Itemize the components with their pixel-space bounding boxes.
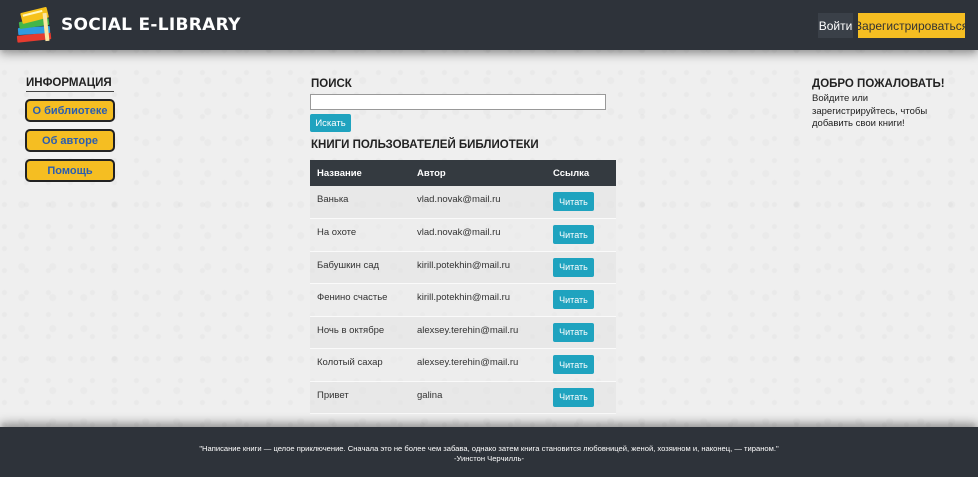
book-link-cell: Читать — [546, 381, 616, 414]
book-title: Бабушкин сад — [310, 251, 410, 284]
book-link-cell: Читать — [546, 186, 616, 219]
brand-title[interactable]: SOCIAL E-LIBRARY — [61, 15, 241, 35]
book-author: kirill.potekhin@mail.ru — [410, 283, 546, 317]
welcome-text: Войдите или зарегистрируйтесь, чтобы доб… — [812, 93, 928, 129]
books-table: Название Автор Ссылка Ванька vlad.novak@… — [310, 160, 616, 414]
book-author: vlad.novak@mail.ru — [410, 218, 546, 252]
table-row: Ванька vlad.novak@mail.ru Читать — [310, 186, 616, 219]
book-title: Привет — [310, 381, 410, 414]
table-row: Ночь в октябре alexsey.terehin@mail.ru Ч… — [310, 316, 616, 349]
book-author: galina — [410, 381, 546, 414]
column-header-author: Автор — [410, 160, 546, 186]
table-row: Бабушкин сад kirill.potekhin@mail.ru Чит… — [310, 251, 616, 284]
books-logo-icon[interactable] — [14, 4, 56, 46]
book-author: vlad.novak@mail.ru — [410, 186, 546, 219]
column-header-title: Название — [310, 160, 410, 186]
footer-quote: "Написание книги — целое приключение. Сн… — [199, 444, 779, 453]
login-button[interactable]: Войти — [818, 13, 853, 38]
footer: "Написание книги — целое приключение. Сн… — [0, 427, 978, 477]
about-library-button[interactable]: О библиотеке — [25, 99, 115, 122]
read-button[interactable]: Читать — [553, 225, 594, 244]
table-row: Привет galina Читать — [310, 381, 616, 414]
read-button[interactable]: Читать — [553, 387, 594, 407]
table-row: Фенино счастье kirill.potekhin@mail.ru Ч… — [310, 283, 616, 317]
book-link-cell: Читать — [546, 283, 616, 317]
table-row: На охоте vlad.novak@mail.ru Читать — [310, 218, 616, 252]
book-link-cell: Читать — [546, 218, 616, 252]
search-button[interactable]: Искать — [310, 114, 351, 132]
book-link-cell: Читать — [546, 316, 616, 349]
read-button[interactable]: Читать — [553, 355, 594, 374]
top-navbar: SOCIAL E-LIBRARY Войти Зарегистрироватьс… — [0, 0, 978, 50]
read-button[interactable]: Читать — [553, 257, 594, 277]
book-title: На охоте — [310, 218, 410, 252]
read-button[interactable]: Читать — [553, 290, 594, 309]
search-heading: ПОИСК — [311, 78, 352, 90]
book-author: alexsey.terehin@mail.ru — [410, 316, 546, 349]
book-link-cell: Читать — [546, 251, 616, 284]
column-header-link: Ссылка — [546, 160, 616, 186]
table-row: Колотый сахар alexsey.terehin@mail.ru Чи… — [310, 348, 616, 382]
book-title: Фенино счастье — [310, 283, 410, 317]
table-header-row: Название Автор Ссылка — [310, 160, 616, 186]
welcome-heading: ДОБРО ПОЖАЛОВАТЬ! — [812, 78, 945, 90]
books-heading: КНИГИ ПОЛЬЗОВАТЕЛЕЙ БИБЛИОТЕКИ — [311, 139, 539, 151]
book-title: Колотый сахар — [310, 348, 410, 382]
book-author: alexsey.terehin@mail.ru — [410, 348, 546, 382]
book-author: kirill.potekhin@mail.ru — [410, 251, 546, 284]
book-title: Ночь в октябре — [310, 316, 410, 349]
read-button[interactable]: Читать — [553, 192, 594, 211]
footer-quote-author: -Уинстон Черчилль- — [453, 454, 525, 463]
book-title: Ванька — [310, 186, 410, 219]
search-input[interactable] — [310, 94, 606, 110]
register-button[interactable]: Зарегистрироваться — [855, 13, 968, 38]
about-author-button[interactable]: Об авторе — [25, 129, 115, 152]
help-button[interactable]: Помощь — [25, 159, 115, 182]
book-link-cell: Читать — [546, 348, 616, 382]
sidebar-heading: ИНФОРМАЦИЯ — [26, 77, 114, 92]
read-button[interactable]: Читать — [553, 322, 594, 342]
